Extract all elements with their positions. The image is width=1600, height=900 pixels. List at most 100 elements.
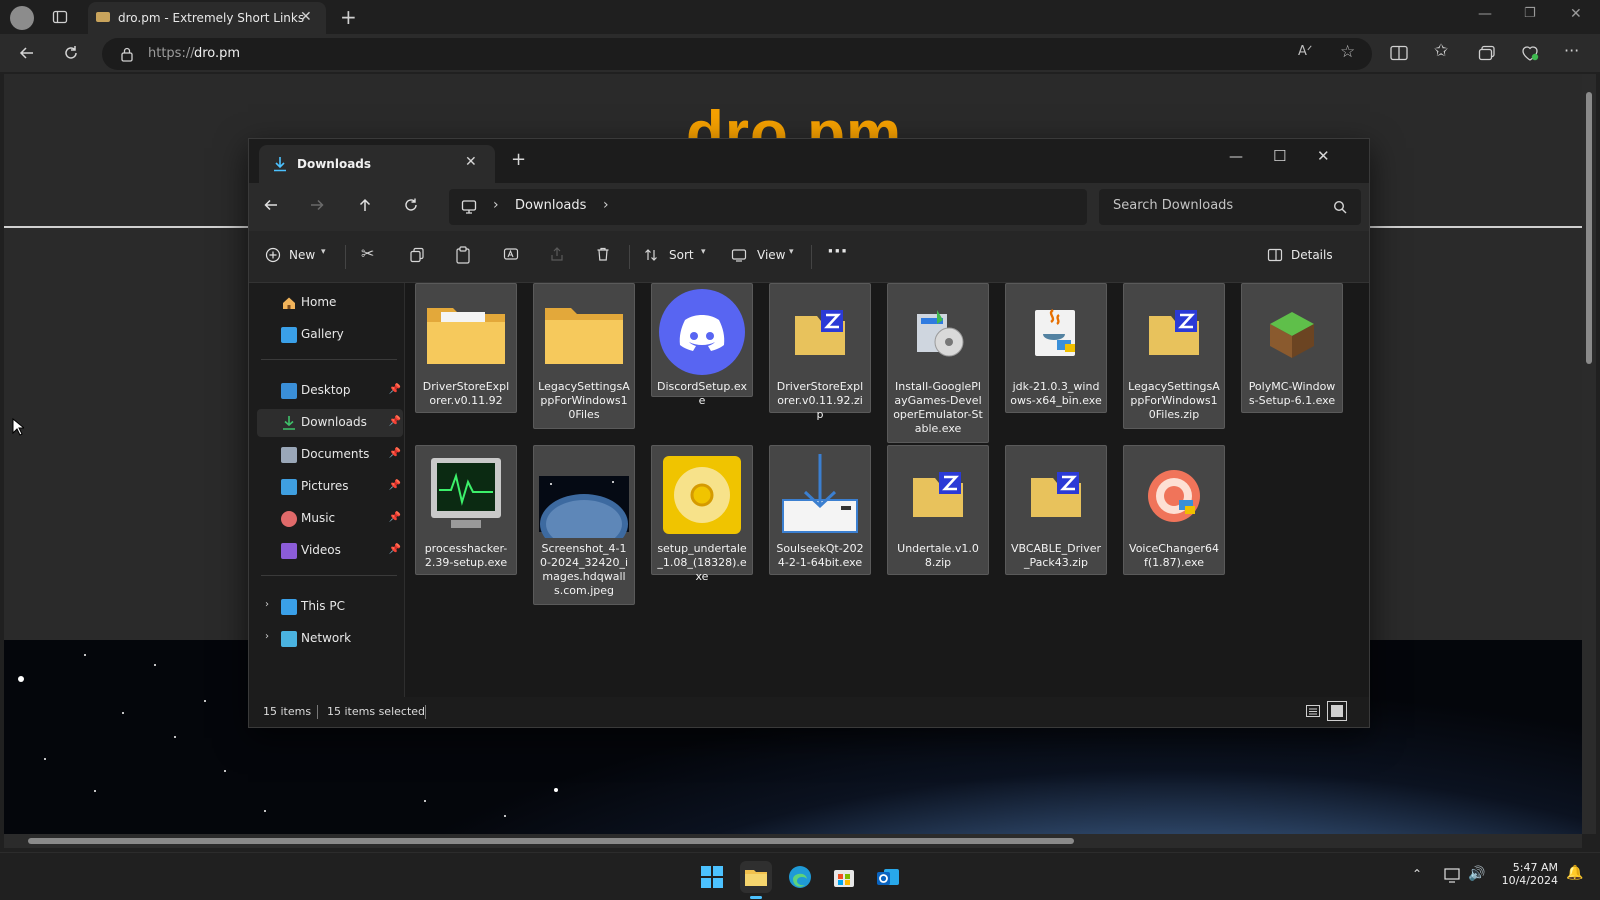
vertical-scroll-thumb[interactable] (1586, 92, 1592, 364)
profile-avatar[interactable] (10, 6, 34, 30)
file-item[interactable]: DriverStoreExplorer.v0.11.92 (415, 283, 517, 413)
cut-icon[interactable]: ✂ (361, 244, 374, 263)
file-item[interactable]: jdk-21.0.3_windows-x64_bin.exe (1005, 283, 1107, 413)
copy-icon[interactable] (409, 247, 425, 263)
window-close-icon[interactable]: ✕ (1570, 6, 1582, 22)
view-button[interactable]: View (757, 248, 785, 262)
start-windows-icon[interactable] (696, 861, 728, 893)
address-bar[interactable]: https:// dro.pm Aᐟ ☆ (102, 38, 1372, 70)
file-item[interactable]: Install-GooglePlayGames-DeveloperEmulato… (887, 283, 989, 443)
volume-icon[interactable]: 🔊 (1468, 866, 1485, 882)
lock-icon[interactable] (120, 46, 134, 62)
new-explorer-tab-icon[interactable]: + (511, 149, 526, 170)
search-placeholder[interactable]: Search Downloads (1113, 198, 1233, 213)
details-pane-icon[interactable] (1267, 247, 1283, 263)
file-item[interactable]: SoulseekQt-2024-2-1-64bit.exe (769, 445, 871, 575)
horizontal-scroll-thumb[interactable] (28, 838, 1074, 844)
file-item[interactable]: PolyMC-Windows-Setup-6.1.exe (1241, 283, 1343, 413)
pin-icon[interactable]: 📌 (389, 512, 401, 523)
rename-icon[interactable] (503, 246, 519, 262)
new-dropdown-chevron-icon[interactable]: ▾ (321, 247, 326, 257)
split-screen-icon[interactable] (1390, 45, 1408, 61)
sort-dropdown-chevron-icon[interactable]: ▾ (701, 247, 706, 257)
new-button[interactable]: New (289, 248, 315, 262)
explorer-minimize-icon[interactable]: — (1229, 149, 1243, 165)
tab-actions-icon[interactable] (52, 9, 68, 25)
view-dropdown-chevron-icon[interactable]: ▾ (789, 247, 794, 257)
sidebar-item-this-pc[interactable]: › This PC (257, 593, 403, 621)
refresh-icon[interactable] (62, 44, 80, 62)
sidebar-item-home[interactable]: Home (257, 289, 403, 317)
close-tab-icon[interactable]: ✕ (300, 9, 312, 25)
pin-icon[interactable]: 📌 (389, 544, 401, 555)
details-view-toggle-icon[interactable] (1305, 703, 1321, 719)
edge-browser-icon[interactable] (784, 861, 816, 893)
back-arrow-icon[interactable] (18, 44, 36, 62)
network-status-icon[interactable] (1444, 868, 1462, 884)
sort-button[interactable]: Sort (669, 248, 694, 262)
restore-icon[interactable]: ❐ (1524, 6, 1536, 21)
read-aloud-icon[interactable]: Aᐟ (1298, 44, 1312, 59)
browser-tab-active[interactable]: dro.pm - Extremely Short Links ✕ (88, 2, 326, 34)
close-explorer-tab-icon[interactable]: ✕ (465, 154, 477, 170)
share-icon[interactable] (549, 246, 565, 262)
file-item[interactable]: DriverStoreExplorer.v0.11.92.zip (769, 283, 871, 421)
details-button[interactable]: Details (1291, 248, 1333, 262)
nav-refresh-icon[interactable] (403, 197, 419, 213)
sidebar-item-pictures[interactable]: Pictures 📌 (257, 473, 403, 501)
new-tab-icon[interactable]: + (340, 5, 357, 29)
file-item[interactable]: processhacker-2.39-setup.exe (415, 445, 517, 575)
minimize-icon[interactable]: — (1478, 6, 1492, 22)
breadcrumb-expand-icon[interactable]: › (603, 197, 609, 213)
nav-up-icon[interactable] (357, 197, 373, 213)
expand-chevron-icon[interactable]: › (265, 599, 269, 610)
computer-icon[interactable] (461, 199, 477, 215)
search-icon[interactable] (1333, 200, 1347, 214)
pin-icon[interactable]: 📌 (389, 384, 401, 395)
nav-forward-icon[interactable] (309, 197, 325, 213)
pin-icon[interactable]: 📌 (389, 416, 401, 427)
paste-icon[interactable] (455, 246, 471, 264)
more-options-button[interactable]: ··· (827, 241, 848, 262)
delete-trash-icon[interactable] (595, 246, 611, 262)
show-hidden-icons-icon[interactable]: ⌃ (1412, 867, 1422, 881)
file-item[interactable]: VBCABLE_Driver_Pack43.zip (1005, 445, 1107, 575)
breadcrumb-downloads[interactable]: Downloads (515, 198, 586, 213)
expand-chevron-icon[interactable]: › (265, 631, 269, 642)
view-monitor-icon[interactable] (731, 247, 747, 263)
sidebar-item-network[interactable]: › Network (257, 625, 403, 653)
pin-icon[interactable]: 📌 (389, 448, 401, 459)
file-item[interactable]: LegacySettingsAppForWindows10Files (533, 283, 635, 429)
search-downloads-box[interactable]: Search Downloads (1099, 189, 1361, 225)
tiles-view-toggle-icon[interactable] (1327, 701, 1347, 721)
favorites-icon[interactable]: ✩ (1434, 41, 1448, 61)
browser-essentials-icon[interactable] (1521, 44, 1539, 62)
file-item[interactable]: setup_undertale_1.08_(18328).exe (651, 445, 753, 583)
address-breadcrumb[interactable]: › Downloads › (449, 189, 1087, 225)
microsoft-store-icon[interactable] (828, 861, 860, 893)
file-item[interactable]: Undertale.v1.08.zip (887, 445, 989, 575)
sort-arrows-icon[interactable] (643, 247, 659, 263)
explorer-tab-downloads[interactable]: Downloads ✕ (259, 145, 495, 183)
file-item[interactable]: VoiceChanger64f(1.87).exe (1123, 445, 1225, 575)
file-item[interactable]: LegacySettingsAppForWindows10Files.zip (1123, 283, 1225, 429)
settings-more-icon[interactable]: ··· (1564, 41, 1579, 60)
file-explorer-taskbar-icon[interactable] (740, 861, 772, 899)
system-clock[interactable]: 5:47 AM 10/4/2024 (1486, 861, 1558, 887)
explorer-close-icon[interactable]: ✕ (1317, 147, 1330, 165)
file-item[interactable]: DiscordSetup.exe (651, 283, 753, 407)
outlook-icon[interactable] (872, 861, 904, 893)
breadcrumb-separator-icon[interactable]: › (493, 197, 499, 213)
new-plus-circle-icon[interactable] (265, 247, 281, 263)
collections-icon[interactable] (1478, 45, 1496, 61)
sidebar-item-gallery[interactable]: Gallery (257, 321, 403, 349)
nav-back-icon[interactable] (263, 197, 279, 213)
sidebar-item-downloads[interactable]: Downloads 📌 (257, 409, 403, 437)
sidebar-item-music[interactable]: Music 📌 (257, 505, 403, 533)
file-item[interactable]: Screenshot_4-10-2024_32420_images.hdqwal… (533, 445, 635, 605)
favorite-star-icon[interactable]: ☆ (1340, 42, 1355, 62)
explorer-maximize-icon[interactable]: ☐ (1273, 147, 1286, 165)
sidebar-item-documents[interactable]: Documents 📌 (257, 441, 403, 469)
notification-bell-icon[interactable]: 🔔 (1566, 865, 1583, 881)
pin-icon[interactable]: 📌 (389, 480, 401, 491)
